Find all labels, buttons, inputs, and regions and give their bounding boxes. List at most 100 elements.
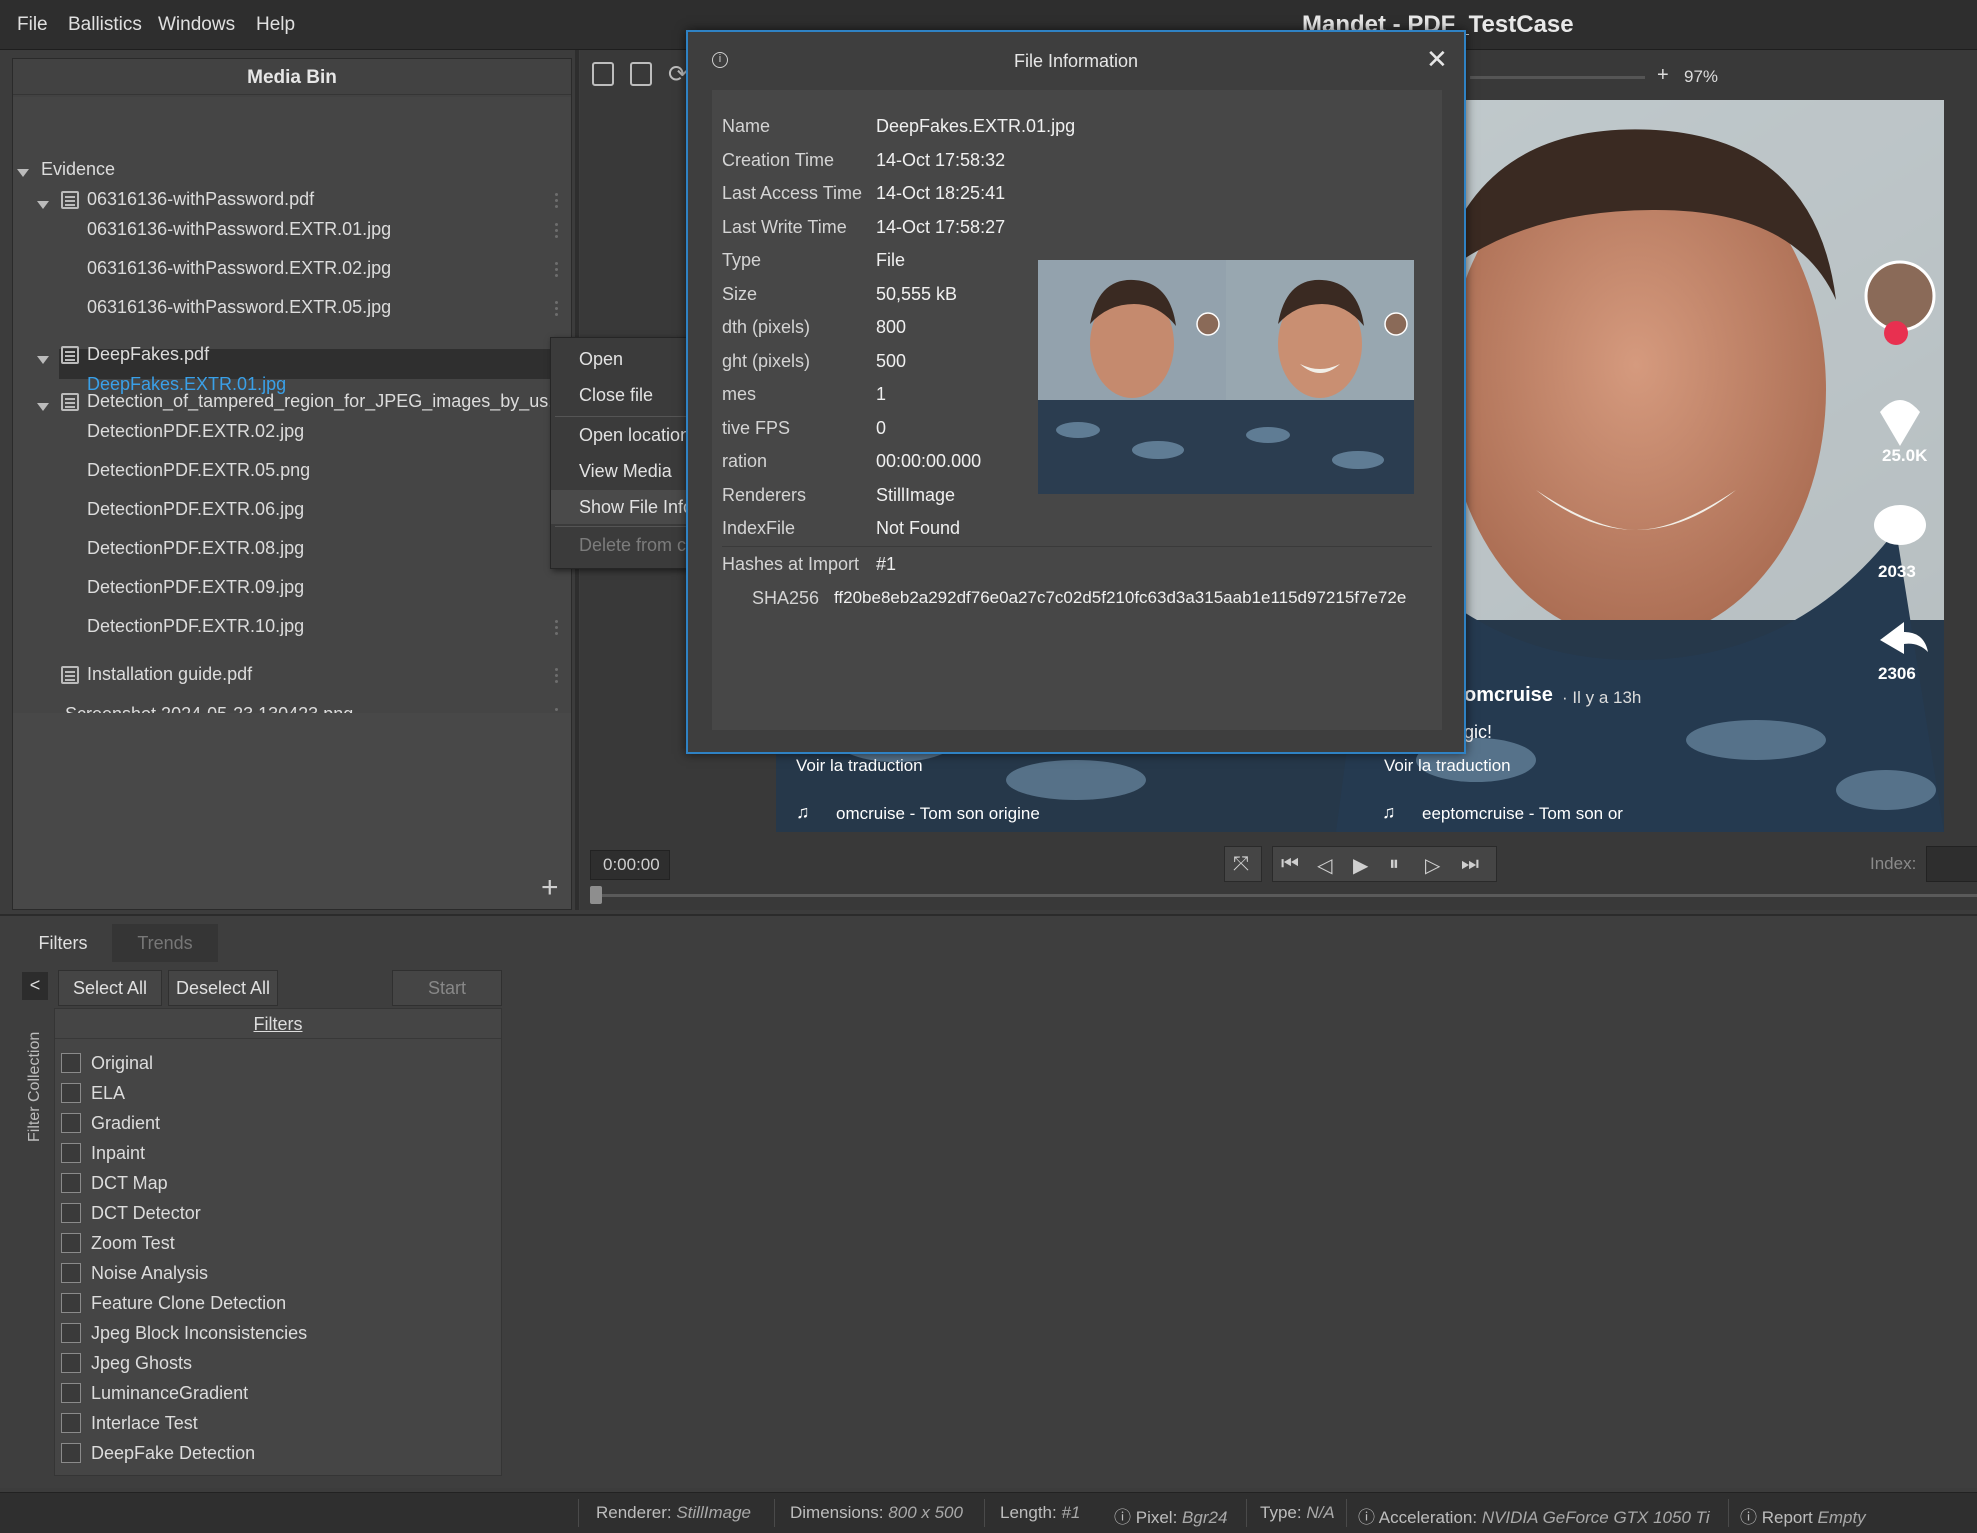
- tree-item-file[interactable]: DetectionPDF.EXTR.09.jpg: [87, 577, 304, 598]
- checkbox[interactable]: [61, 1232, 81, 1253]
- pause-icon[interactable]: ⏸: [1389, 853, 1399, 876]
- step-forward-icon[interactable]: ▷: [1425, 853, 1440, 878]
- more-options-icon[interactable]: [555, 223, 559, 241]
- media-tree[interactable]: Evidence 06316136-withPassword.pdf 06316…: [13, 97, 573, 724]
- deselect-all-button[interactable]: Deselect All: [168, 970, 278, 1006]
- expand-arrow-icon[interactable]: [37, 201, 49, 209]
- tree-item-file[interactable]: DetectionPDF.EXTR.08.jpg: [87, 538, 304, 559]
- play-icon[interactable]: ▶: [1353, 853, 1368, 878]
- checkbox[interactable]: [61, 1352, 81, 1373]
- info-label: ght (pixels): [722, 351, 811, 371]
- info-label: Name: [722, 116, 771, 136]
- filter-interlace-test[interactable]: Interlace Test: [61, 1412, 198, 1439]
- checkbox[interactable]: [61, 1412, 81, 1433]
- filter-deepfake-detection[interactable]: DeepFake Detection: [61, 1442, 255, 1469]
- info-icon: ⓘ: [1358, 1508, 1375, 1527]
- more-options-icon[interactable]: [555, 262, 559, 280]
- filter-noise-analysis[interactable]: Noise Analysis: [61, 1262, 208, 1289]
- checkbox[interactable]: [61, 1442, 81, 1463]
- collapse-filters-button[interactable]: <: [22, 972, 48, 1000]
- menu-help[interactable]: Help: [256, 14, 295, 36]
- zoom-slider[interactable]: [1470, 76, 1645, 79]
- filter-inpaint[interactable]: Inpaint: [61, 1142, 145, 1169]
- menu-windows[interactable]: Windows: [158, 14, 235, 36]
- menu-file[interactable]: File: [17, 14, 48, 36]
- tree-item-file[interactable]: DetectionPDF.EXTR.05.png: [87, 460, 310, 481]
- zoom-in-button[interactable]: +: [1657, 64, 1669, 87]
- tree-item-file[interactable]: 06316136-withPassword.EXTR.05.jpg: [87, 297, 391, 318]
- filter-feature-clone[interactable]: Feature Clone Detection: [61, 1292, 286, 1319]
- tree-item-pdf[interactable]: 06316136-withPassword.pdf: [87, 189, 314, 210]
- close-icon[interactable]: ✕: [1426, 44, 1448, 75]
- checkbox[interactable]: [61, 1052, 81, 1073]
- file-information-dialog: i File Information ✕ Name DeepFakes.EXTR…: [686, 30, 1466, 754]
- more-options-icon[interactable]: [555, 301, 559, 319]
- checkbox[interactable]: [61, 1202, 81, 1223]
- more-options-icon[interactable]: [555, 193, 559, 211]
- step-back-icon[interactable]: ◁: [1317, 853, 1332, 878]
- index-input[interactable]: [1926, 846, 1977, 882]
- overlay-caption: gic!: [1464, 722, 1493, 742]
- filter-luminance-gradient[interactable]: LuminanceGradient: [61, 1382, 248, 1409]
- info-label: Renderers: [722, 485, 807, 505]
- pdf-file-icon: [61, 666, 79, 684]
- expand-arrow-icon[interactable]: [37, 356, 49, 364]
- status-type: Type: N/A: [1260, 1503, 1335, 1522]
- filter-gradient[interactable]: Gradient: [61, 1112, 160, 1139]
- menu-ballistics[interactable]: Ballistics: [68, 14, 142, 36]
- tab-filters[interactable]: Filters: [20, 924, 106, 962]
- sha256-value[interactable]: ff20be8eb2a292df76e0a27c7c02d5f210fc63d3…: [834, 588, 1406, 608]
- filters-header[interactable]: Filters: [55, 1009, 501, 1039]
- filter-original[interactable]: Original: [61, 1052, 153, 1079]
- start-button[interactable]: Start: [392, 970, 502, 1006]
- add-file-icon[interactable]: [630, 62, 652, 86]
- more-options-icon[interactable]: [555, 668, 559, 686]
- tab-trends[interactable]: Trends: [112, 924, 218, 962]
- save-icon[interactable]: [592, 62, 614, 86]
- checkbox[interactable]: [61, 1322, 81, 1343]
- loop-button[interactable]: ⤧: [1224, 846, 1262, 882]
- filter-jpeg-block[interactable]: Jpeg Block Inconsistencies: [61, 1322, 307, 1349]
- checkbox[interactable]: [61, 1292, 81, 1313]
- pdf-file-icon: [61, 191, 79, 209]
- filter-dct-map[interactable]: DCT Map: [61, 1172, 168, 1199]
- tree-root-evidence[interactable]: Evidence: [41, 159, 115, 180]
- tree-item-file[interactable]: DetectionPDF.EXTR.06.jpg: [87, 499, 304, 520]
- skip-end-icon[interactable]: ⏭: [1461, 853, 1479, 876]
- media-bin-panel: Media Bin Evidence 06316136-withPassword…: [12, 58, 573, 910]
- filter-dct-detector[interactable]: DCT Detector: [61, 1202, 201, 1229]
- tree-item-file[interactable]: 06316136-withPassword.EXTR.01.jpg: [87, 219, 391, 240]
- checkbox[interactable]: [61, 1172, 81, 1193]
- expand-arrow-icon[interactable]: [17, 169, 29, 177]
- checkbox[interactable]: [61, 1382, 81, 1403]
- tree-item-pdf[interactable]: Installation guide.pdf: [87, 664, 252, 685]
- tree-item-file[interactable]: DetectionPDF.EXTR.10.jpg: [87, 616, 304, 637]
- filter-ela[interactable]: ELA: [61, 1082, 125, 1109]
- music-icon: ♫: [1382, 802, 1396, 822]
- info-value: 800: [876, 317, 907, 337]
- dialog-title: File Information: [1013, 51, 1139, 71]
- info-label: Last Access Time: [722, 183, 863, 203]
- tree-item-file[interactable]: DetectionPDF.EXTR.02.jpg: [87, 421, 304, 442]
- select-all-button[interactable]: Select All: [58, 970, 162, 1006]
- info-value: 14-Oct 17:58:32: [876, 150, 1006, 170]
- tree-item-file[interactable]: 06316136-withPassword.EXTR.02.jpg: [87, 258, 391, 279]
- more-options-icon[interactable]: [555, 620, 559, 638]
- tree-item-pdf[interactable]: DeepFakes.pdf: [87, 344, 209, 365]
- status-divider: [578, 1499, 579, 1527]
- skip-start-icon[interactable]: ⏮: [1281, 853, 1299, 876]
- tree-item-pdf[interactable]: Detection_of_tampered_region_for_JPEG_im…: [87, 391, 573, 412]
- filter-zoom-test[interactable]: Zoom Test: [61, 1232, 175, 1259]
- filter-jpeg-ghosts[interactable]: Jpeg Ghosts: [61, 1352, 192, 1379]
- timeline-scrubber[interactable]: [590, 894, 1977, 897]
- add-media-button[interactable]: +: [541, 871, 559, 905]
- timeline-handle[interactable]: [590, 886, 602, 904]
- checkbox[interactable]: [61, 1112, 81, 1133]
- checkbox[interactable]: [61, 1082, 81, 1103]
- status-divider: [774, 1499, 775, 1527]
- expand-arrow-icon[interactable]: [37, 403, 49, 411]
- checkbox[interactable]: [61, 1262, 81, 1283]
- sha256-label: SHA256: [752, 588, 820, 608]
- info-label: Size: [722, 284, 758, 304]
- checkbox[interactable]: [61, 1142, 81, 1163]
